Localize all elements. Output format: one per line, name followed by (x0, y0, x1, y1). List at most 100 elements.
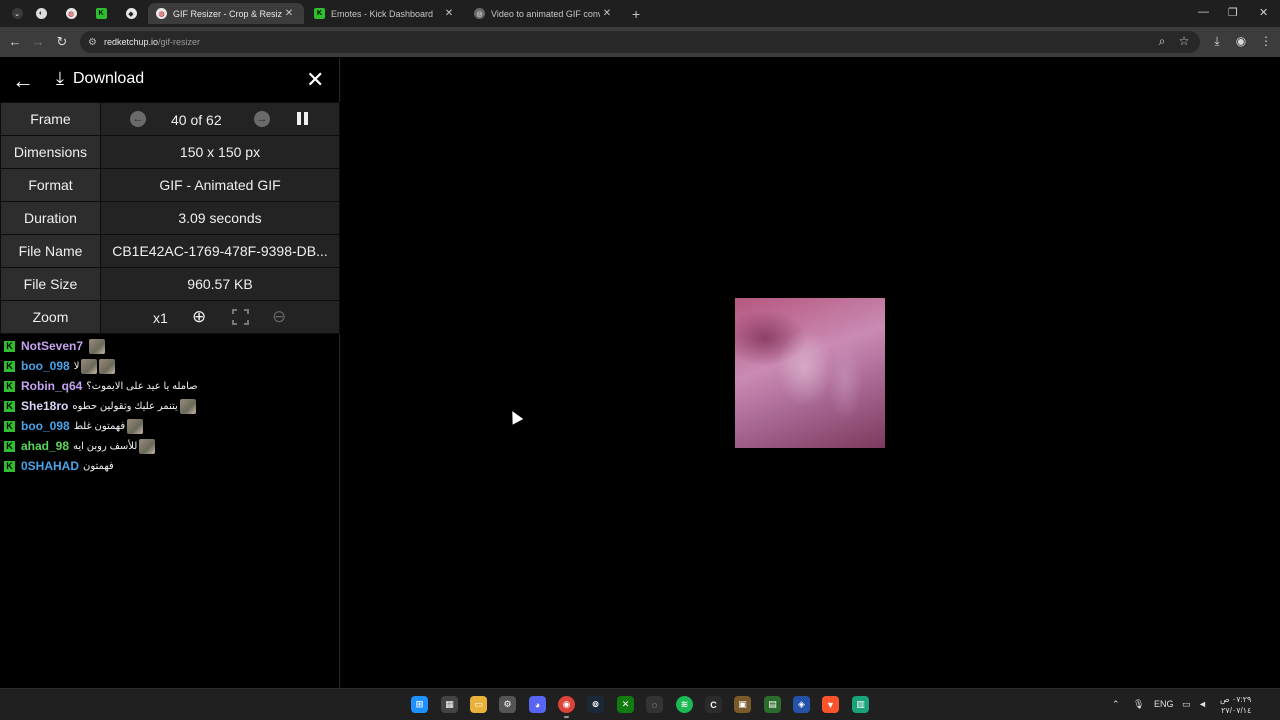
download-button[interactable]: ⤓ Download (56, 68, 144, 89)
time: ٠٧:٢٩ ص (1220, 695, 1252, 704)
window-close-button[interactable]: ✕ (1259, 6, 1268, 19)
close-icon[interactable]: ✕ (306, 67, 324, 93)
settings-icon[interactable]: ⚙ (499, 696, 516, 713)
chat-username[interactable]: She18ro (21, 399, 68, 413)
discord-icon[interactable]: ◕ (529, 696, 546, 713)
chat-username[interactable]: ahad_98 (21, 439, 69, 453)
chevron-down-icon: ⌄ (11, 8, 23, 19)
clock[interactable]: ٠٧:٢٩ ص ٢٧/٠٧/١٤ (1220, 694, 1251, 716)
duration-label: Duration (0, 201, 101, 235)
kick-icon: K (314, 8, 325, 19)
pause-icon[interactable] (297, 112, 309, 125)
app3-icon[interactable]: ▥ (852, 696, 869, 713)
chat-overlay: K NotSeven7 Kboo_098 لا K Robin_q64 صامله يا ع… (4, 336, 334, 476)
tab-gif-resizer[interactable]: ◍ GIF Resizer - Crop & Resize Ani ✕ (148, 3, 304, 24)
chat-message: Kboo_098 لا (4, 356, 334, 376)
pinned-tab-3[interactable]: K (86, 3, 116, 24)
ccleaner-icon[interactable]: C (705, 696, 722, 713)
minimize-button[interactable]: — (1198, 6, 1209, 18)
windows-start-icon[interactable]: ⊞ (411, 696, 428, 713)
store-icon[interactable]: ▦ (441, 696, 458, 713)
table-row: Zoom x1 ⊕ ⊖ (0, 300, 340, 334)
duration-value: 3.09 seconds (100, 201, 340, 235)
kick-icon: K (4, 360, 15, 372)
media-icon[interactable]: ▣ (734, 696, 751, 713)
site-info-icon[interactable]: ⚙ (88, 37, 97, 48)
zoom-out-icon[interactable]: ⊖ (272, 307, 286, 327)
menu-icon[interactable]: ⋮ (1258, 34, 1274, 48)
profile-icon[interactable]: ◉ (1233, 34, 1249, 48)
chat-text: يتنمر عليك وتقولين حطوه (72, 400, 178, 412)
zoom-in-icon[interactable]: ⊕ (192, 307, 206, 327)
restore-button[interactable]: ❐ (1228, 6, 1238, 19)
kick-icon: K (4, 400, 15, 412)
pinned-tab-1[interactable]: ◐ (26, 3, 56, 24)
chat-username[interactable]: Robin_q64 (21, 379, 82, 393)
table-row: Frame ← 40 of 62 → (0, 102, 340, 136)
emote-image (139, 438, 156, 454)
pinned-tab-2[interactable]: ◍ (56, 3, 86, 24)
app-icon[interactable]: ◌ (646, 696, 663, 713)
chat-username[interactable]: boo_098 (21, 419, 70, 433)
pinned-tab-4[interactable]: ◆ (116, 3, 146, 24)
tab-kick-dashboard[interactable]: K Emotes - Kick Dashboard ✕ (306, 3, 464, 24)
redketchup-icon: ◍ (65, 8, 77, 19)
panel-header: ← ⤓ Download ✕ (0, 58, 339, 102)
close-icon[interactable]: ✕ (282, 8, 296, 19)
chevron-up-icon[interactable]: ⌃ (1112, 699, 1120, 710)
previous-frame-icon[interactable]: ← (130, 111, 146, 127)
filesize-label: File Size (0, 267, 101, 301)
chat-message: Kahad_98 للأسف روبن ايه (4, 436, 334, 456)
kick-icon: K (4, 440, 15, 452)
app2-icon[interactable]: ◈ (793, 696, 810, 713)
new-tab-button[interactable]: + (624, 3, 646, 24)
chat-message: Kboo_098 فهمتون غلط (4, 416, 334, 436)
emote-image (179, 398, 196, 414)
next-frame-icon[interactable]: → (254, 111, 270, 127)
kick-icon: K (4, 420, 15, 432)
plus-icon: + (632, 5, 641, 22)
kick-icon: K (4, 380, 15, 392)
table-row: File Size 960.57 KB (0, 267, 340, 301)
filename-value: CB1E42AC-1769-478F-9398-DB... (100, 234, 340, 268)
back-arrow-icon[interactable]: ← (6, 34, 24, 49)
kick-icon: K (4, 340, 15, 352)
chrome-icon[interactable]: ◉ (558, 696, 575, 718)
chat-username[interactable]: 0SHAHAD (21, 459, 79, 473)
emote-image (81, 358, 98, 374)
network-icon[interactable]: ▭ (1182, 699, 1191, 710)
gif-preview-image (735, 298, 885, 448)
kick-icon: K (4, 460, 15, 472)
zoom-label: Zoom (0, 300, 101, 334)
chat-text: لا (73, 360, 80, 372)
fit-screen-icon[interactable] (232, 309, 249, 325)
steam-icon[interactable]: ⊚ (587, 696, 604, 713)
bookmark-star-icon[interactable]: ☆ (1176, 34, 1192, 48)
brave-icon[interactable]: ▼ (822, 696, 839, 713)
format-value: GIF - Animated GIF (100, 168, 340, 202)
spotify-icon[interactable]: ≋ (676, 696, 693, 713)
tab-title: Emotes - Kick Dashboard (331, 8, 434, 19)
address-bar[interactable]: ⚙ redketchup.io /gif-resizer (80, 31, 1200, 53)
zoom-icon[interactable]: ⌕ (1154, 34, 1170, 49)
nvidia-icon[interactable]: ▤ (764, 696, 781, 713)
chat-username[interactable]: NotSeven7 (21, 339, 83, 353)
downloads-icon[interactable]: ⤓ (1209, 34, 1225, 49)
globe-icon: ◎ (474, 8, 485, 19)
filename-label: File Name (0, 234, 101, 268)
tab-video-to-gif[interactable]: ◎ Video to animated GIF converte ✕ (466, 3, 622, 24)
back-arrow-icon[interactable]: ← (12, 68, 34, 94)
xbox-icon[interactable]: ✕ (617, 696, 634, 713)
volume-icon[interactable]: ◄ (1198, 699, 1207, 709)
chat-username[interactable]: boo_098 (21, 359, 70, 373)
close-icon[interactable]: ✕ (442, 8, 456, 19)
close-icon[interactable]: ✕ (600, 8, 614, 19)
file-explorer-icon[interactable]: ▭ (470, 696, 487, 713)
chat-text: صامله يا عيد على الايموت؟ (86, 380, 198, 392)
reload-icon[interactable]: ↻ (53, 34, 71, 50)
forward-arrow-icon[interactable]: → (29, 34, 47, 49)
table-row: Format GIF - Animated GIF (0, 168, 340, 202)
microphone-icon[interactable]: 🎙 (1133, 699, 1144, 710)
language-indicator[interactable]: ENG (1154, 699, 1174, 709)
zoom-controls: x1 ⊕ ⊖ (100, 300, 340, 334)
